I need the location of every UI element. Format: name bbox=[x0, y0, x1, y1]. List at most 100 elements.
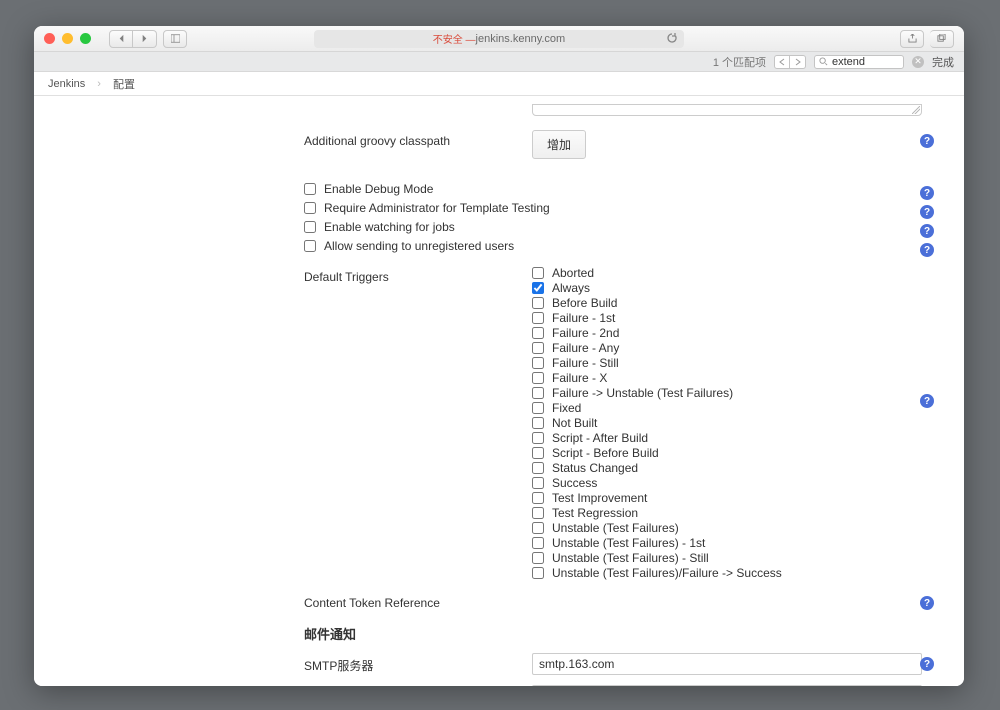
label-default-suffix: 用户默认邮件后缀 bbox=[304, 685, 532, 686]
browser-window: 不安全 — jenkins.kenny.com + 1 个匹配项 bbox=[34, 26, 964, 686]
label-enable-watching: Enable watching for jobs bbox=[324, 220, 455, 234]
trigger-label: Success bbox=[552, 476, 597, 490]
trigger-label: Unstable (Test Failures) - 1st bbox=[552, 536, 705, 550]
trigger-label: Aborted bbox=[552, 266, 594, 280]
label-require-admin: Require Administrator for Template Testi… bbox=[324, 201, 550, 215]
trigger-checkbox[interactable] bbox=[532, 447, 544, 459]
trigger-checkbox[interactable] bbox=[532, 297, 544, 309]
address-bar[interactable]: 不安全 — jenkins.kenny.com bbox=[314, 30, 684, 48]
trigger-label: Failure - Still bbox=[552, 356, 619, 370]
content-scroll[interactable]: Additional groovy classpath 增加 ? Enable … bbox=[34, 96, 964, 686]
breadcrumb: Jenkins › 配置 bbox=[34, 72, 964, 96]
minimize-window-button[interactable] bbox=[62, 33, 73, 44]
help-icon[interactable]: ? bbox=[920, 224, 934, 238]
trigger-checkbox[interactable] bbox=[532, 327, 544, 339]
label-additional-classpath: Additional groovy classpath bbox=[304, 130, 532, 148]
toolbar-right bbox=[900, 30, 954, 48]
help-icon[interactable]: ? bbox=[920, 657, 934, 671]
find-input-wrapper[interactable]: extend bbox=[814, 55, 904, 69]
trigger-row: Test Improvement bbox=[532, 491, 934, 505]
find-prev-next bbox=[774, 55, 806, 69]
trigger-checkbox[interactable] bbox=[532, 372, 544, 384]
trigger-row: Always bbox=[532, 281, 934, 295]
forward-button[interactable] bbox=[133, 30, 157, 48]
trigger-checkbox[interactable] bbox=[532, 477, 544, 489]
enable-watching-checkbox[interactable] bbox=[304, 221, 316, 233]
require-admin-checkbox[interactable] bbox=[304, 202, 316, 214]
help-icon[interactable]: ? bbox=[920, 243, 934, 257]
chevron-right-icon: › bbox=[97, 78, 101, 90]
label-content-token-ref: Content Token Reference bbox=[304, 592, 532, 610]
trigger-checkbox[interactable] bbox=[532, 417, 544, 429]
trigger-row: Before Build bbox=[532, 296, 934, 310]
find-done-button[interactable]: 完成 bbox=[932, 54, 954, 70]
trigger-checkbox[interactable] bbox=[532, 402, 544, 414]
trigger-label: Script - Before Build bbox=[552, 446, 659, 460]
trigger-checkbox[interactable] bbox=[532, 537, 544, 549]
trigger-label: Unstable (Test Failures) - Still bbox=[552, 551, 709, 565]
trigger-label: Status Changed bbox=[552, 461, 638, 475]
search-icon bbox=[819, 57, 828, 66]
find-prev-button[interactable] bbox=[774, 55, 790, 69]
trigger-label: Test Regression bbox=[552, 506, 638, 520]
groovy-script-textarea[interactable] bbox=[532, 104, 922, 116]
trigger-row: Unstable (Test Failures) - Still bbox=[532, 551, 934, 565]
trigger-label: Failure - 1st bbox=[552, 311, 615, 325]
trigger-row: Aborted bbox=[532, 266, 934, 280]
titlebar: 不安全 — jenkins.kenny.com bbox=[34, 26, 964, 52]
trigger-label: Always bbox=[552, 281, 590, 295]
trigger-row: Failure - 1st bbox=[532, 311, 934, 325]
trigger-label: Before Build bbox=[552, 296, 617, 310]
trigger-checkbox[interactable] bbox=[532, 357, 544, 369]
allow-unregistered-checkbox[interactable] bbox=[304, 240, 316, 252]
find-bar: 1 个匹配项 extend ✕ 完成 bbox=[34, 52, 964, 72]
reload-icon[interactable] bbox=[666, 32, 678, 47]
help-icon[interactable]: ? bbox=[920, 394, 934, 408]
trigger-row: Failure - Still bbox=[532, 356, 934, 370]
trigger-label: Failure - Any bbox=[552, 341, 619, 355]
config-form: Additional groovy classpath 增加 ? Enable … bbox=[304, 96, 964, 686]
sidebar-toggle-button[interactable] bbox=[163, 30, 187, 48]
trigger-row: Status Changed bbox=[532, 461, 934, 475]
find-next-button[interactable] bbox=[790, 55, 806, 69]
help-icon[interactable]: ? bbox=[920, 186, 934, 200]
label-smtp-server: SMTP服务器 bbox=[304, 653, 532, 674]
zoom-window-button[interactable] bbox=[80, 33, 91, 44]
traffic-lights bbox=[44, 33, 91, 44]
trigger-checkbox[interactable] bbox=[532, 462, 544, 474]
trigger-checkbox[interactable] bbox=[532, 432, 544, 444]
help-icon[interactable]: ? bbox=[920, 596, 934, 610]
trigger-checkbox[interactable] bbox=[532, 387, 544, 399]
trigger-checkbox[interactable] bbox=[532, 282, 544, 294]
address-host: jenkins.kenny.com bbox=[476, 33, 566, 45]
default-suffix-input[interactable] bbox=[532, 685, 922, 686]
find-clear-button[interactable]: ✕ bbox=[912, 56, 924, 68]
tabs-button[interactable] bbox=[930, 30, 954, 48]
crumb-root[interactable]: Jenkins bbox=[48, 78, 85, 90]
trigger-checkbox[interactable] bbox=[532, 522, 544, 534]
trigger-label: Failure -> Unstable (Test Failures) bbox=[552, 386, 733, 400]
smtp-server-input[interactable] bbox=[532, 653, 922, 675]
section-mail-notification: 邮件通知 bbox=[304, 624, 934, 643]
trigger-checkbox[interactable] bbox=[532, 567, 544, 579]
enable-debug-checkbox[interactable] bbox=[304, 183, 316, 195]
back-button[interactable] bbox=[109, 30, 133, 48]
insecure-badge: 不安全 — bbox=[433, 31, 476, 46]
trigger-label: Failure - 2nd bbox=[552, 326, 619, 340]
label-enable-debug: Enable Debug Mode bbox=[324, 182, 433, 196]
trigger-checkbox[interactable] bbox=[532, 492, 544, 504]
trigger-checkbox[interactable] bbox=[532, 342, 544, 354]
trigger-checkbox[interactable] bbox=[532, 312, 544, 324]
help-icon[interactable]: ? bbox=[920, 205, 934, 219]
help-icon[interactable]: ? bbox=[920, 134, 934, 148]
trigger-checkbox[interactable] bbox=[532, 267, 544, 279]
crumb-page[interactable]: 配置 bbox=[113, 76, 135, 92]
add-classpath-button[interactable]: 增加 bbox=[532, 130, 586, 159]
trigger-checkbox[interactable] bbox=[532, 507, 544, 519]
close-window-button[interactable] bbox=[44, 33, 55, 44]
trigger-row: Not Built bbox=[532, 416, 934, 430]
trigger-checkbox[interactable] bbox=[532, 552, 544, 564]
share-button[interactable] bbox=[900, 30, 924, 48]
trigger-label: Unstable (Test Failures)/Failure -> Succ… bbox=[552, 566, 782, 580]
trigger-label: Test Improvement bbox=[552, 491, 647, 505]
